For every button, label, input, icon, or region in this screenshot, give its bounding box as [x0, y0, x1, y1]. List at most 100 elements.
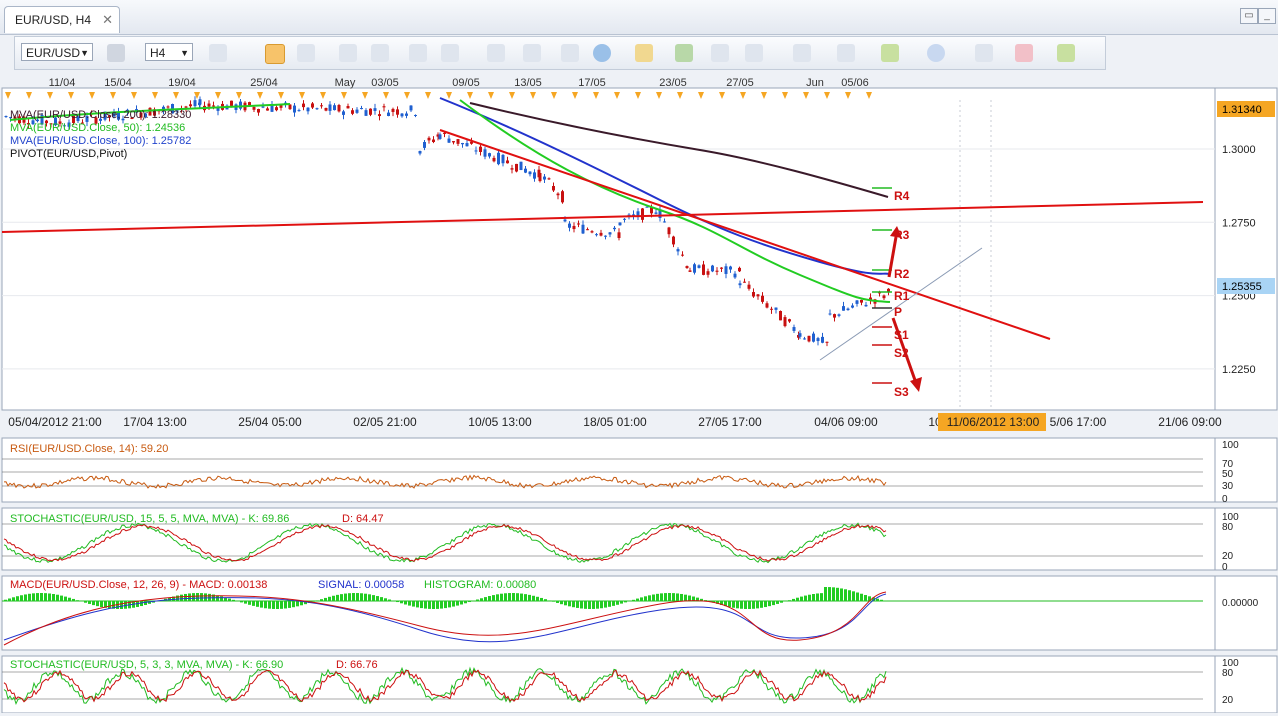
macd-histogram-bar	[476, 599, 479, 601]
macd-histogram-bar	[92, 601, 95, 605]
macd-histogram-bar	[532, 596, 535, 601]
candle-body	[262, 107, 265, 108]
macd-histogram-bar	[444, 601, 447, 608]
candle-body	[392, 109, 395, 112]
zoom-in-icon[interactable]	[339, 44, 357, 62]
top-date-label: Jun	[806, 77, 824, 89]
macd-histogram-bar	[336, 595, 339, 601]
candle-body	[360, 108, 363, 109]
chevron-down-icon: ▼	[180, 44, 189, 62]
candle-body	[619, 223, 622, 226]
candle-body	[734, 274, 737, 278]
macd-histogram-bar	[608, 601, 611, 607]
macd-histogram-bar	[436, 601, 439, 609]
bottom-date-label: 5/06 17:00	[1050, 415, 1107, 429]
template-icon[interactable]	[711, 44, 729, 62]
chart-svg[interactable]: 11/0415/0419/0425/04May03/0509/0513/0517…	[0, 70, 1278, 713]
macd-histogram-bar	[684, 595, 687, 601]
bottom-date-label: 18/05 01:00	[583, 415, 647, 429]
candle-body	[788, 319, 791, 321]
candle-body	[582, 225, 585, 234]
rsi-panel[interactable]	[2, 438, 1215, 502]
macd-histogram-bar	[780, 601, 783, 603]
candle-body	[289, 105, 292, 110]
candle-body	[410, 106, 413, 111]
macd-histogram-bar	[220, 596, 223, 601]
timeframe-select[interactable]: H4▼	[145, 43, 193, 61]
macd-histogram-bar	[252, 601, 255, 606]
candle-body	[529, 172, 532, 175]
hierarchy-icon[interactable]	[1057, 44, 1075, 62]
macd-histogram-bar	[396, 601, 399, 602]
candle-body	[668, 227, 671, 234]
macd-histogram-bar	[800, 597, 803, 601]
macd-histogram-bar	[400, 601, 403, 603]
trendline-icon[interactable]	[881, 44, 899, 62]
candle-body	[194, 100, 197, 106]
bottom-date-label: 27/05 17:00	[698, 415, 762, 429]
zoom-area-icon[interactable]	[441, 44, 459, 62]
candles-icon[interactable]	[265, 44, 285, 64]
chart-area[interactable]: 11/0415/0419/0425/04May03/0509/0513/0517…	[0, 70, 1278, 713]
remove-symbol-icon[interactable]	[107, 44, 125, 62]
crosshair-icon[interactable]	[745, 44, 763, 62]
candle-body	[748, 285, 751, 289]
text-icon[interactable]	[975, 44, 993, 62]
macd-histogram-bar	[728, 601, 731, 607]
top-date-label: 15/04	[104, 77, 132, 89]
refresh-icon[interactable]	[561, 44, 579, 62]
candle-body	[812, 334, 815, 342]
candle-body	[378, 114, 381, 116]
macd-histogram-bar	[360, 593, 363, 601]
close-icon[interactable]: ✕	[102, 7, 113, 33]
chart-tab[interactable]: EUR/USD, H4 ✕	[4, 6, 120, 33]
macd-histogram-bar	[320, 599, 323, 601]
macd-histogram-bar	[588, 601, 591, 609]
candle-body	[883, 295, 886, 298]
macd-histogram-bar	[644, 596, 647, 601]
macd-histogram-bar	[464, 601, 467, 603]
candle-body	[568, 224, 571, 228]
macd-histogram-bar	[524, 594, 527, 601]
macd-histogram-bar	[604, 601, 607, 608]
minimize-icon[interactable]: _	[1258, 8, 1276, 24]
macd-histogram-bar	[280, 601, 283, 609]
eraser-icon[interactable]	[1015, 44, 1033, 62]
chart-type-icon[interactable]	[209, 44, 227, 62]
symbol-select[interactable]: EUR/USD▼	[21, 43, 93, 61]
lines-icon[interactable]	[793, 44, 811, 62]
fan-icon[interactable]	[837, 44, 855, 62]
candle-body	[557, 194, 560, 196]
candle-body	[793, 327, 796, 331]
macd-histogram-bar	[20, 595, 23, 601]
candle-body	[387, 113, 390, 116]
cursor-icon[interactable]	[409, 44, 427, 62]
bars-icon[interactable]	[297, 44, 315, 62]
macd-histogram-bar	[432, 601, 435, 609]
macd-histogram-bar	[288, 601, 291, 608]
chevron-down-icon: ▼	[80, 44, 89, 62]
zoom-out-icon[interactable]	[371, 44, 389, 62]
candle-body	[497, 153, 500, 164]
candle-body	[484, 149, 487, 156]
candle-body	[663, 221, 666, 222]
ellipse-icon[interactable]	[927, 44, 945, 62]
candle-body	[479, 147, 482, 152]
restore-icon[interactable]: ▭	[1240, 8, 1258, 24]
candle-body	[511, 168, 514, 169]
ruler-icon[interactable]	[635, 44, 653, 62]
candle-body	[230, 101, 233, 106]
candle-body	[316, 108, 319, 109]
candle-body	[672, 237, 675, 245]
indicator-axis-label: 100	[1222, 440, 1239, 451]
candle-body	[266, 108, 269, 110]
edit-icon[interactable]	[523, 44, 541, 62]
indicator-axis-label: 80	[1222, 522, 1234, 533]
top-date-label: 13/05	[514, 77, 542, 89]
image-icon[interactable]	[675, 44, 693, 62]
candle-body	[770, 309, 773, 310]
indicator-icon[interactable]	[487, 44, 505, 62]
macd-histogram-bar	[420, 601, 423, 608]
globe-icon[interactable]	[593, 44, 611, 62]
candle-body	[208, 104, 211, 107]
